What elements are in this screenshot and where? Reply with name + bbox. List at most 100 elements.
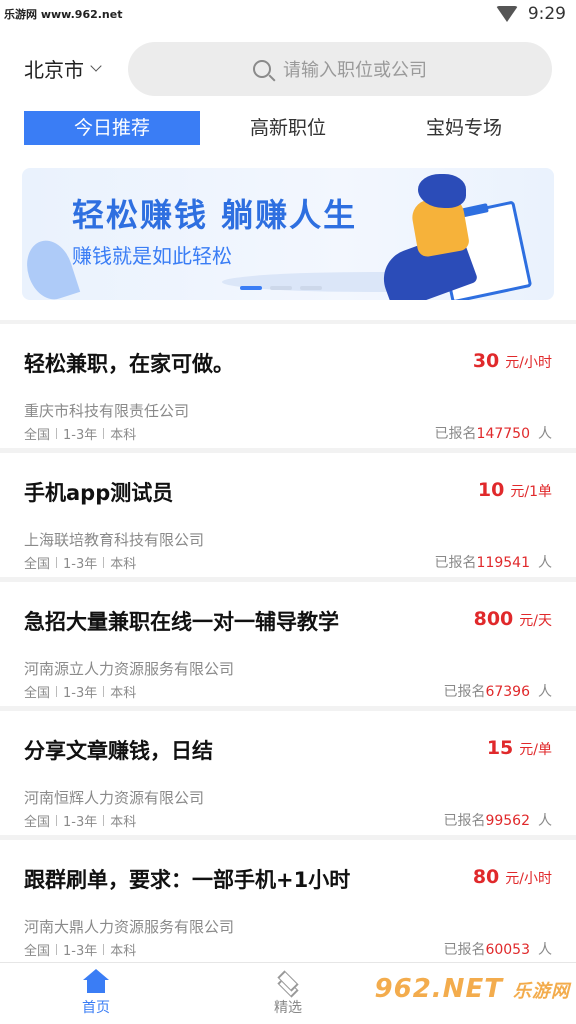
job-card[interactable]: 跟群刷单，要求：一部手机+1小时 80 元/小时 河南大鼎人力资源服务有限公司 … (0, 840, 576, 964)
job-requirements: 全国 1-3年 本科 (24, 940, 136, 959)
carousel-dot[interactable] (270, 286, 292, 290)
tab-today-recommend[interactable]: 今日推荐 (24, 111, 200, 145)
divider (56, 815, 58, 826)
job-education: 本科 (110, 686, 137, 701)
status-icons: 9:29 (495, 4, 566, 24)
job-education: 本科 (110, 944, 137, 959)
signup-prefix: 已报名 (443, 684, 486, 700)
job-requirements: 全国 1-3年 本科 (24, 811, 136, 830)
tab-mom-special[interactable]: 宝妈专场 (376, 111, 552, 145)
signup-number: 67396 (485, 684, 530, 700)
carousel-indicator (240, 286, 322, 290)
banner-subtitle: 赚钱就是如此轻松 (72, 244, 232, 268)
signup-unit: 人 (538, 426, 552, 442)
job-salary: 10 元/1单 (478, 479, 552, 501)
job-card[interactable]: 急招大量兼职在线一对一辅导教学 800 元/天 河南源立人力资源服务有限公司 全… (0, 582, 576, 706)
job-requirements: 全国 1-3年 本科 (24, 424, 136, 443)
job-experience: 1-3年 (63, 944, 98, 959)
banner-section: 轻松赚钱 躺赚人生 赚钱就是如此轻松 (0, 160, 576, 320)
signup-unit: 人 (538, 813, 552, 829)
salary-unit: 元/小时 (505, 871, 552, 887)
signup-number: 60053 (485, 942, 530, 958)
job-title: 跟群刷单，要求：一部手机+1小时 (24, 868, 351, 892)
job-card[interactable]: 手机app测试员 10 元/1单 上海联培教育科技有限公司 全国 1-3年 本科… (0, 453, 576, 577)
divider (103, 944, 105, 955)
job-salary: 15 元/单 (487, 737, 552, 759)
job-title: 分享文章赚钱，日结 (24, 739, 213, 763)
job-area: 全国 (24, 428, 51, 443)
divider (56, 557, 58, 568)
company-name: 河南源立人力资源服务有限公司 (24, 660, 235, 678)
signup-unit: 人 (538, 684, 552, 700)
divider (56, 428, 58, 439)
job-area: 全国 (24, 557, 51, 572)
site-watermark: 962.NET 乐游网 (375, 974, 570, 1004)
signup-count: 已报名 99562 人 (443, 810, 552, 830)
status-bar: 乐游网 www.962.net 9:29 (0, 0, 576, 32)
salary-amount: 80 (472, 866, 500, 888)
job-card[interactable]: 分享文章赚钱，日结 15 元/单 河南恒辉人力资源有限公司 全国 1-3年 本科… (0, 711, 576, 835)
watermark-brand: 962.NET (374, 974, 503, 1004)
job-experience: 1-3年 (63, 428, 98, 443)
signup-unit: 人 (538, 555, 552, 571)
nav-featured[interactable]: 精选 (248, 969, 328, 1017)
divider (56, 944, 58, 955)
job-title: 急招大量兼职在线一对一辅导教学 (24, 610, 339, 634)
home-icon (83, 969, 109, 993)
divider (103, 815, 105, 826)
signup-count: 已报名 119541 人 (435, 552, 552, 572)
job-salary: 80 元/小时 (473, 866, 552, 888)
signup-prefix: 已报名 (434, 426, 477, 442)
job-requirements: 全国 1-3年 本科 (24, 553, 136, 572)
job-experience: 1-3年 (63, 815, 98, 830)
carousel-dot-active[interactable] (240, 286, 262, 290)
person-illustration-head (418, 174, 466, 208)
signup-count: 已报名 147750 人 (435, 423, 552, 443)
nav-home-label: 首页 (82, 1000, 110, 1016)
job-title: 轻松兼职，在家可做。 (24, 352, 234, 376)
job-salary: 800 元/天 (474, 608, 552, 630)
layers-icon (275, 969, 301, 998)
divider (56, 686, 58, 697)
nav-featured-label: 精选 (274, 1000, 302, 1016)
salary-unit: 元/天 (519, 613, 552, 629)
signup-count: 已报名 60053 人 (443, 939, 552, 959)
divider (103, 428, 105, 439)
signup-number: 119541 (476, 555, 530, 571)
promo-banner[interactable]: 轻松赚钱 躺赚人生 赚钱就是如此轻松 (22, 168, 554, 300)
company-name: 河南大鼎人力资源服务有限公司 (24, 918, 235, 936)
job-area: 全国 (24, 944, 51, 959)
job-salary: 30 元/小时 (473, 350, 552, 372)
carousel-dot[interactable] (300, 286, 322, 290)
wifi-icon (495, 6, 518, 22)
search-input[interactable]: 请输入职位或公司 (128, 42, 552, 96)
job-education: 本科 (110, 428, 137, 443)
company-name: 重庆市科技有限责任公司 (24, 402, 190, 420)
job-card[interactable]: 轻松兼职，在家可做。 30 元/小时 重庆市科技有限责任公司 全国 1-3年 本… (0, 324, 576, 448)
job-area: 全国 (24, 815, 51, 830)
status-site-label: 乐游网 www.962.net (4, 8, 123, 21)
chevron-down-icon (90, 60, 102, 72)
nav-home[interactable]: 首页 (56, 969, 136, 1017)
signup-count: 已报名 67396 人 (443, 681, 552, 701)
search-icon (253, 60, 271, 78)
salary-amount: 30 (472, 350, 500, 372)
job-area: 全国 (24, 686, 51, 701)
watermark-sub: 乐游网 (513, 981, 570, 1002)
city-selector[interactable]: 北京市 (24, 54, 102, 83)
signup-number: 99562 (485, 813, 530, 829)
salary-unit: 元/单 (519, 742, 552, 758)
search-placeholder: 请输入职位或公司 (283, 60, 427, 81)
banner-title: 轻松赚钱 躺赚人生 (72, 196, 358, 234)
category-tabs: 今日推荐 高新职位 宝妈专场 (0, 102, 576, 160)
salary-amount: 800 (473, 608, 514, 630)
signup-unit: 人 (538, 942, 552, 958)
divider (103, 557, 105, 568)
company-name: 上海联培教育科技有限公司 (24, 531, 205, 549)
job-requirements: 全国 1-3年 本科 (24, 682, 136, 701)
tab-high-tech-jobs[interactable]: 高新职位 (200, 111, 376, 145)
signup-prefix: 已报名 (434, 555, 477, 571)
job-experience: 1-3年 (63, 557, 98, 572)
company-name: 河南恒辉人力资源有限公司 (24, 789, 205, 807)
job-education: 本科 (110, 815, 137, 830)
